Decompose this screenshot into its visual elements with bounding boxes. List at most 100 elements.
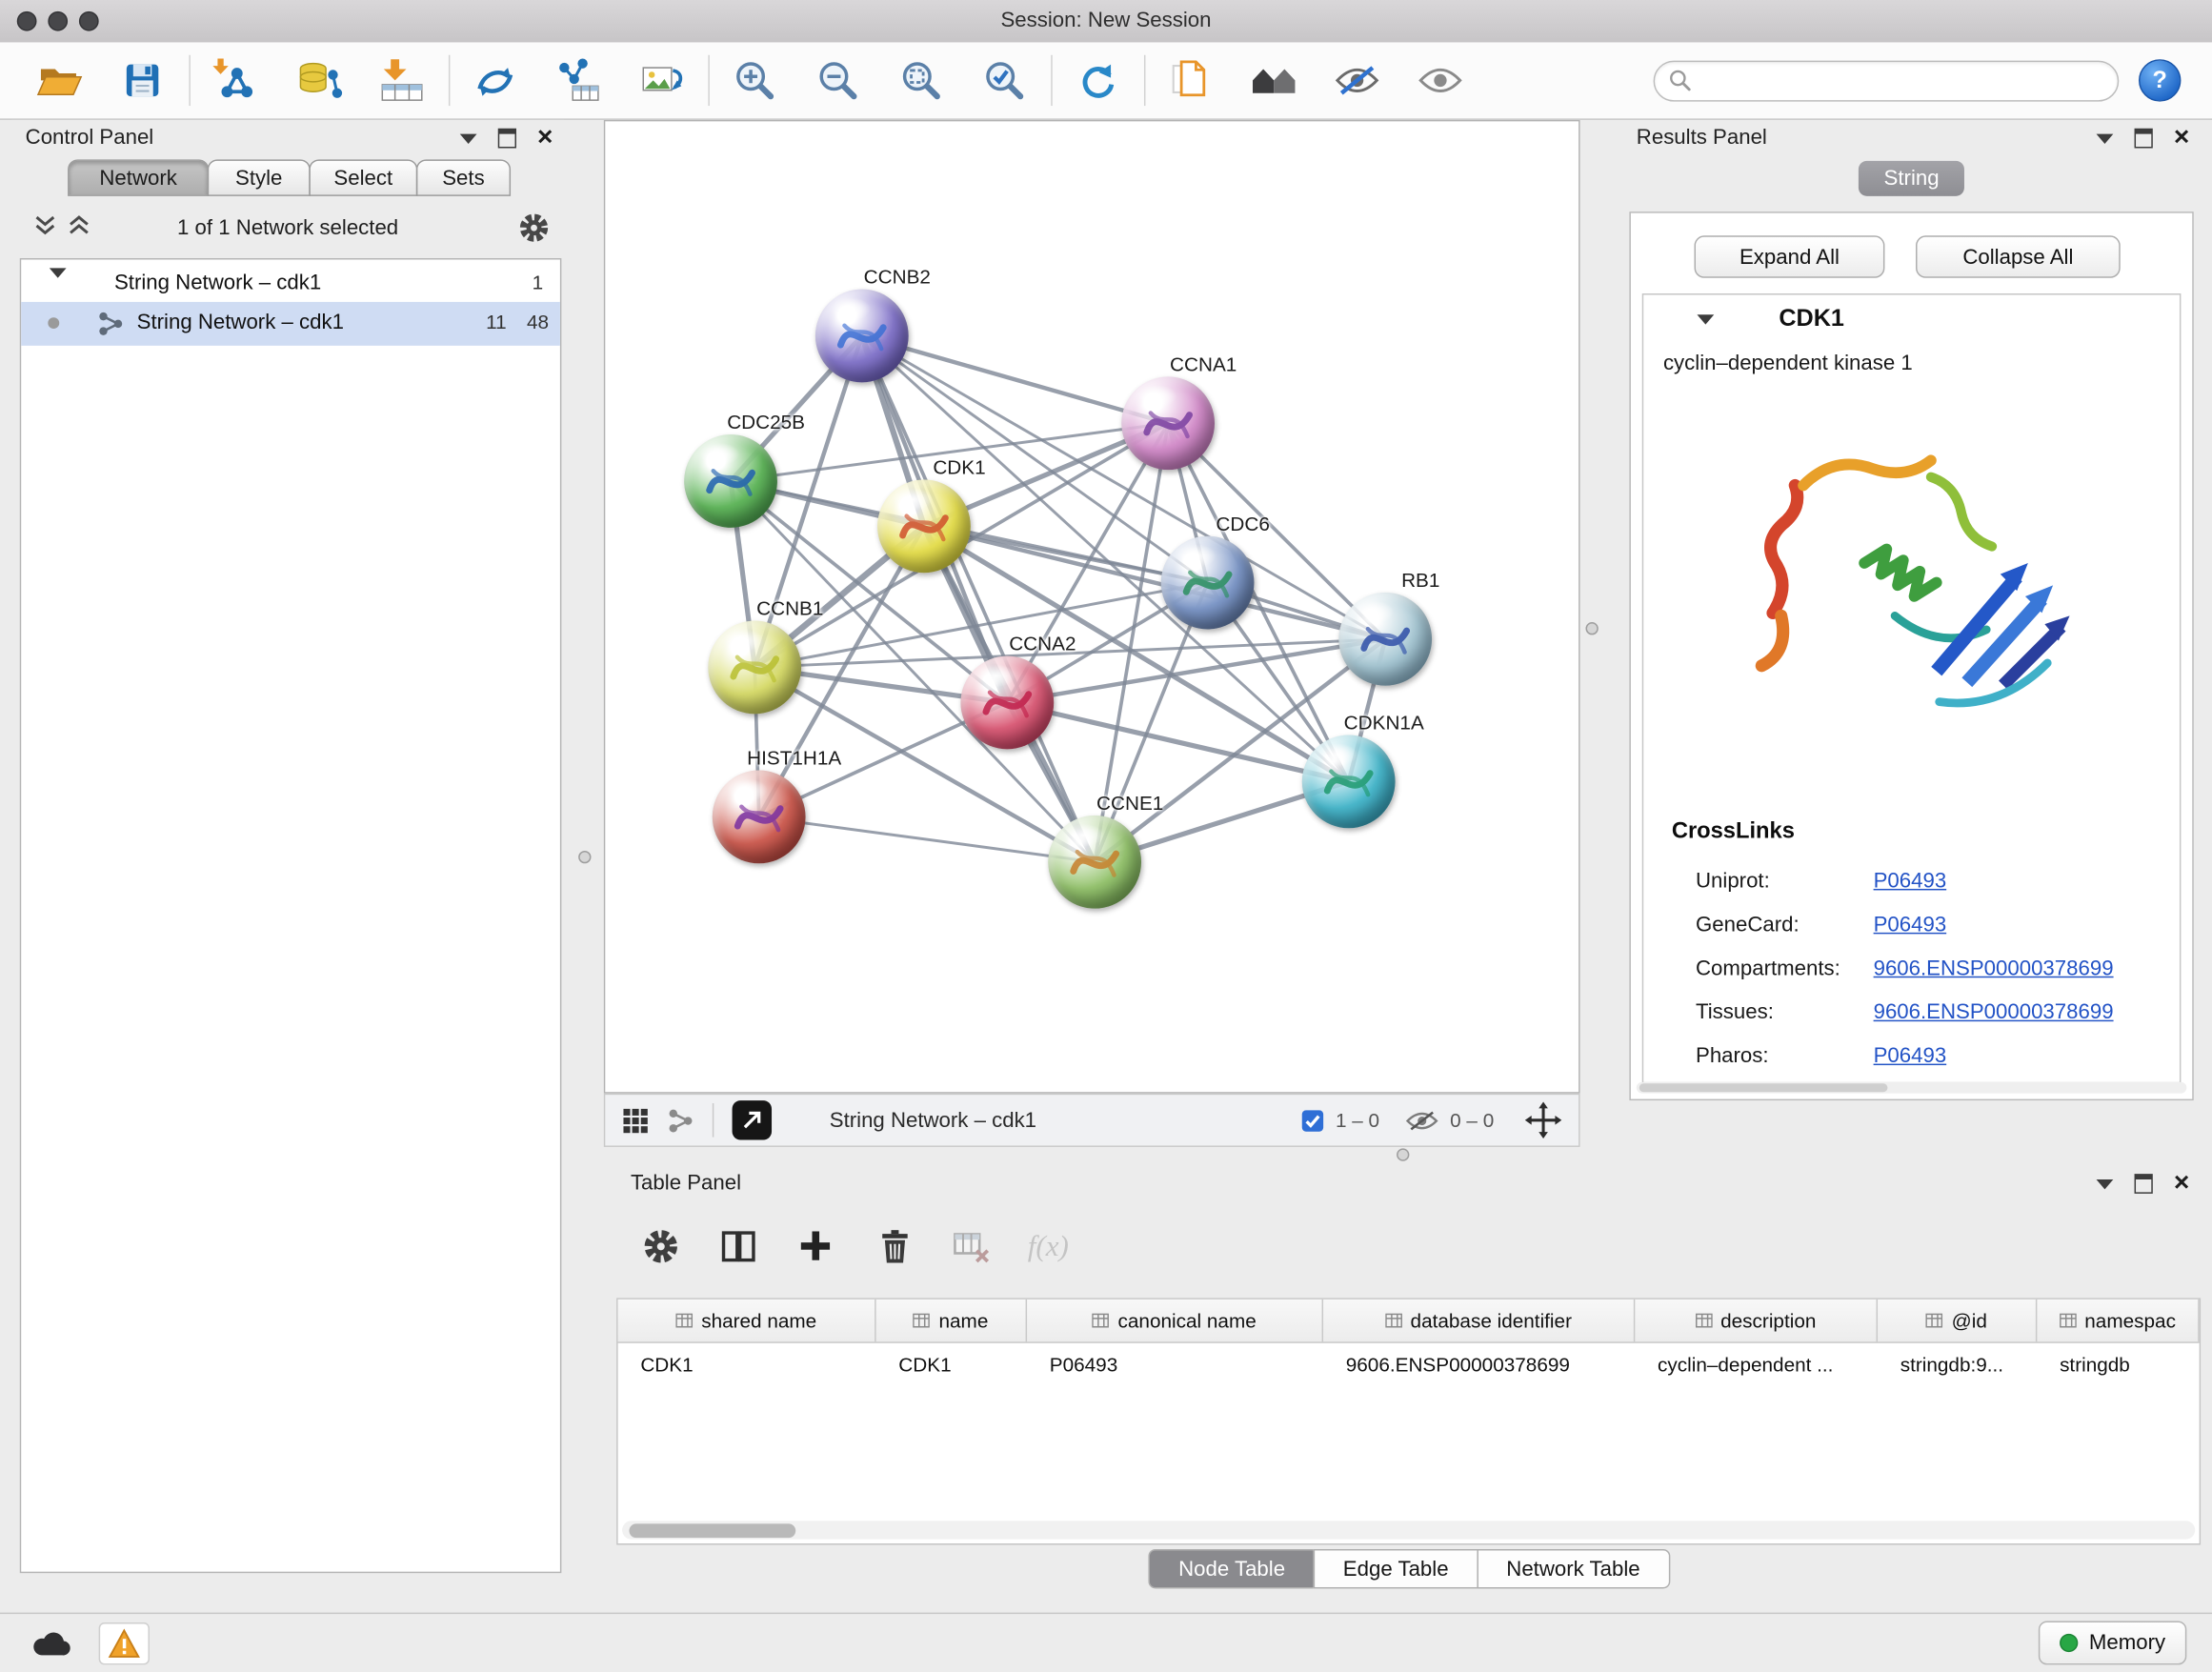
- table-row[interactable]: CDK1CDK1P064939606.ENSP00000378699cyclin…: [618, 1343, 2200, 1385]
- network-edge[interactable]: [862, 335, 1095, 861]
- network-node-cdkn1a[interactable]: [1302, 735, 1396, 829]
- crosslink-link[interactable]: P06493: [1874, 913, 1947, 937]
- export-image-button[interactable]: [633, 50, 690, 110]
- import-network-database-button[interactable]: [291, 50, 347, 110]
- zoom-fit-button[interactable]: [893, 50, 949, 110]
- tab-string[interactable]: String: [1859, 161, 1964, 196]
- delete-column-button[interactable]: [866, 1218, 919, 1274]
- import-table-button[interactable]: [373, 50, 430, 110]
- expand-all-button[interactable]: Expand All: [1695, 235, 1885, 277]
- network-edge[interactable]: [759, 816, 1095, 861]
- table-cell[interactable]: stringdb: [2037, 1343, 2199, 1385]
- hide-selected-button[interactable]: [1329, 50, 1385, 110]
- column-header-database-identifier[interactable]: database identifier: [1323, 1299, 1635, 1341]
- tab-network[interactable]: Network: [68, 159, 209, 196]
- network-node-hist1h1a[interactable]: [713, 771, 806, 864]
- grid-view-icon[interactable]: [622, 1107, 649, 1134]
- delete-table-button[interactable]: [944, 1218, 997, 1274]
- network-options-gear[interactable]: [517, 212, 550, 251]
- column-header-name[interactable]: name: [876, 1299, 1027, 1341]
- table-cell[interactable]: CDK1: [618, 1343, 876, 1385]
- network-node-ccne1[interactable]: [1048, 816, 1141, 909]
- network-node-rb1[interactable]: [1338, 593, 1432, 686]
- crosslink-link[interactable]: 9606.ENSP00000378699: [1874, 957, 2114, 980]
- tab-sets[interactable]: Sets: [416, 159, 511, 196]
- tab-network-table[interactable]: Network Table: [1477, 1549, 1670, 1588]
- crosslink-link[interactable]: P06493: [1874, 1044, 1947, 1068]
- function-builder-button[interactable]: f(x): [1021, 1218, 1075, 1274]
- apply-layout-button[interactable]: [1069, 50, 1125, 110]
- graphics-details-button[interactable]: [1246, 50, 1302, 110]
- panel-close-icon[interactable]: ×: [2174, 120, 2189, 157]
- network-edge[interactable]: [1007, 702, 1348, 781]
- zoom-in-button[interactable]: [727, 50, 783, 110]
- table-horizontal-scrollbar[interactable]: [622, 1521, 2195, 1539]
- network-canvas[interactable]: CCNB2CCNA1CDC25BCDK1CDC6RB1CCNB1CCNA2CDK…: [604, 120, 1580, 1094]
- network-node-ccna1[interactable]: [1121, 376, 1215, 470]
- warnings-button[interactable]: [99, 1622, 150, 1663]
- network-node-cdc25b[interactable]: [684, 434, 777, 528]
- panel-float-icon[interactable]: [2134, 129, 2152, 149]
- crosslink-link[interactable]: 9606.ENSP00000378699: [1874, 1000, 2114, 1024]
- panel-float-icon[interactable]: [498, 129, 516, 149]
- tab-style[interactable]: Style: [208, 159, 311, 196]
- memory-button[interactable]: Memory: [2039, 1622, 2187, 1665]
- annotations-button[interactable]: [1162, 50, 1218, 110]
- network-node-ccnb1[interactable]: [708, 621, 801, 715]
- open-session-button[interactable]: [31, 50, 88, 110]
- vertical-splitter-handle[interactable]: [1585, 622, 1598, 635]
- column-header-namespac[interactable]: namespac: [2037, 1299, 2199, 1341]
- panel-close-icon[interactable]: ×: [537, 120, 553, 157]
- zoom-out-button[interactable]: [810, 50, 866, 110]
- network-node-cdk1[interactable]: [877, 479, 971, 573]
- network-node-ccnb2[interactable]: [815, 290, 909, 383]
- results-horizontal-scrollbar[interactable]: [1637, 1082, 2187, 1094]
- share-view-icon[interactable]: [667, 1107, 694, 1134]
- tab-node-table[interactable]: Node Table: [1149, 1549, 1315, 1588]
- table-cell[interactable]: P06493: [1027, 1343, 1323, 1385]
- help-button[interactable]: ?: [2139, 59, 2181, 101]
- column-header-shared-name[interactable]: shared name: [618, 1299, 876, 1341]
- table-cell[interactable]: stringdb:9...: [1878, 1343, 2037, 1385]
- tab-select[interactable]: Select: [309, 159, 417, 196]
- cloud-status-button[interactable]: [26, 1622, 76, 1663]
- vertical-splitter-handle[interactable]: [578, 851, 591, 863]
- network-node-ccna2[interactable]: [960, 656, 1054, 750]
- search-input[interactable]: [1699, 68, 2103, 93]
- network-node-cdc6[interactable]: [1161, 536, 1255, 630]
- pan-crosshair-icon[interactable]: [1525, 1102, 1562, 1139]
- show-columns-button[interactable]: [711, 1218, 764, 1274]
- panel-menu-icon[interactable]: [2096, 133, 2113, 143]
- network-collection-row[interactable]: String Network – cdk1 1: [21, 262, 560, 303]
- zoom-selected-button[interactable]: [976, 50, 1033, 110]
- collapse-gene-icon[interactable]: [1697, 314, 1714, 324]
- table-settings-button[interactable]: [633, 1218, 687, 1274]
- panel-menu-icon[interactable]: [2096, 1178, 2113, 1188]
- show-panel-button[interactable]: [1412, 50, 1468, 110]
- table-cell[interactable]: CDK1: [876, 1343, 1027, 1385]
- create-column-button[interactable]: [789, 1218, 842, 1274]
- network-row-selected[interactable]: String Network – cdk1 11 48: [21, 302, 560, 346]
- selected-checkbox-icon[interactable]: [1300, 1108, 1324, 1132]
- import-network-file-button[interactable]: [208, 50, 264, 110]
- panel-menu-icon[interactable]: [460, 133, 477, 143]
- new-network-from-selection-button[interactable]: [551, 50, 607, 110]
- table-cell[interactable]: cyclin–dependent ...: [1635, 1343, 1878, 1385]
- column-header-canonical-name[interactable]: canonical name: [1027, 1299, 1323, 1341]
- gene-header[interactable]: CDK1: [1643, 295, 2180, 343]
- network-navigator-button[interactable]: [733, 1100, 772, 1139]
- tab-edge-table[interactable]: Edge Table: [1314, 1549, 1478, 1588]
- hidden-eye-slash-icon[interactable]: [1405, 1108, 1439, 1132]
- first-neighbors-button[interactable]: [467, 50, 523, 110]
- table-cell[interactable]: 9606.ENSP00000378699: [1323, 1343, 1635, 1385]
- collapse-all-button[interactable]: Collapse All: [1916, 235, 2121, 277]
- column-header--id[interactable]: @id: [1878, 1299, 2037, 1341]
- panel-float-icon[interactable]: [2134, 1174, 2152, 1194]
- column-header-description[interactable]: description: [1635, 1299, 1878, 1341]
- save-session-button[interactable]: [114, 50, 171, 110]
- disclosure-triangle-icon[interactable]: [50, 278, 67, 304]
- horizontal-splitter-handle[interactable]: [1397, 1148, 1409, 1160]
- panel-close-icon[interactable]: ×: [2174, 1165, 2189, 1202]
- crosslink-link[interactable]: P06493: [1874, 869, 1947, 893]
- scrollbar-thumb[interactable]: [629, 1523, 795, 1538]
